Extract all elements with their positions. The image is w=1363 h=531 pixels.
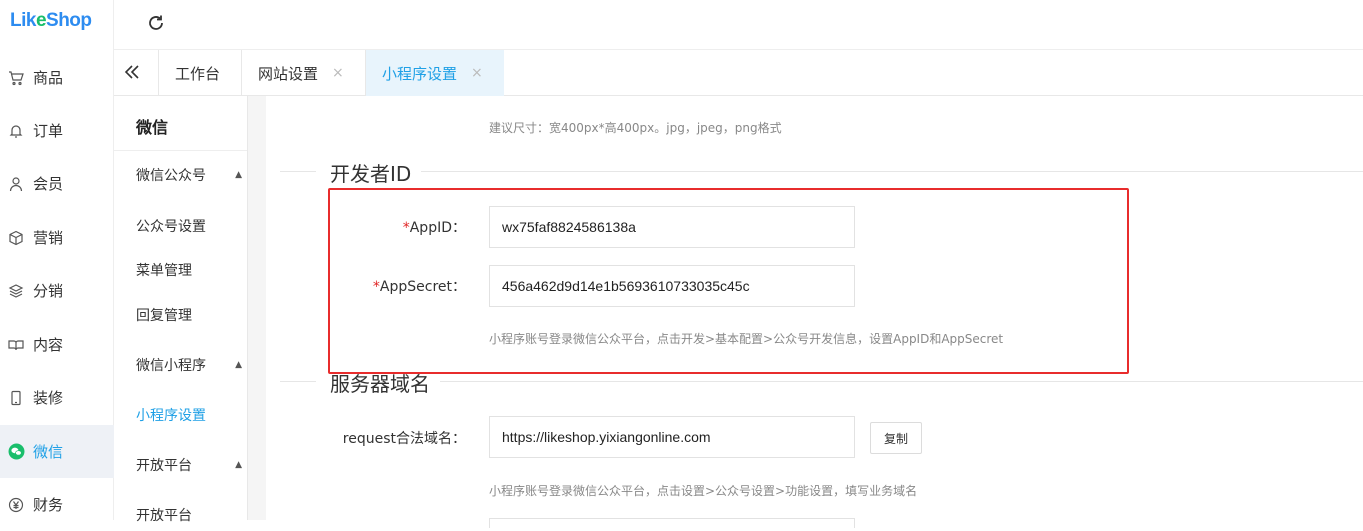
tab-workbench[interactable]: 工作台 <box>158 50 234 96</box>
collapse-sidebar-icon[interactable] <box>122 62 146 84</box>
tab-website-settings[interactable]: 网站设置 × <box>241 50 360 96</box>
nav-item-label: 订单 <box>33 122 64 140</box>
divider <box>428 381 1363 382</box>
submenu-title: 微信 <box>136 118 169 137</box>
tab-label: 网站设置 <box>258 64 319 83</box>
tab-bar: 工作台 网站设置 × 小程序设置 × <box>114 50 1363 96</box>
submenu-item-menu-management[interactable]: 菜单管理 <box>136 260 192 280</box>
submenu-group-label: 微信小程序 <box>136 358 206 374</box>
section-title: 开发者ID <box>316 158 422 187</box>
secondary-menu: 微信 微信公众号 ▲ 公众号设置 菜单管理 回复管理 微信小程序 ▲ 小程序设置… <box>114 96 248 524</box>
request-domain-label: request合法域名： <box>342 431 466 447</box>
nav-item-decoration[interactable]: 装修 <box>0 371 114 424</box>
nav-item-label: 微信 <box>33 443 64 461</box>
section-developer-id: 开发者ID <box>280 158 1363 187</box>
nav-item-finance[interactable]: 财务 <box>0 478 114 531</box>
divider <box>400 171 1363 172</box>
close-icon[interactable]: × <box>332 65 344 81</box>
cart-icon <box>7 69 25 87</box>
wechat-icon <box>7 443 25 461</box>
submenu-group-miniprogram[interactable]: 微信小程序 ▲ <box>136 355 242 375</box>
layers-icon <box>7 282 25 300</box>
nav-item-content[interactable]: 内容 <box>0 318 114 371</box>
bell-icon <box>7 122 25 140</box>
logo-text-part: Shop <box>46 10 92 31</box>
copy-button[interactable]: 复制 <box>870 422 922 454</box>
nav-item-goods[interactable]: 商品 <box>0 51 114 104</box>
nav-item-label: 装修 <box>33 389 64 407</box>
submenu-item-open-platform[interactable]: 开放平台 <box>136 505 192 525</box>
logo[interactable]: LikeShop <box>10 10 92 38</box>
nav-item-wechat[interactable]: 微信 <box>0 425 114 478</box>
logo-text-part: Lik <box>10 10 36 31</box>
close-icon[interactable]: × <box>471 65 483 81</box>
submenu-group-label: 开放平台 <box>136 458 192 474</box>
chevron-up-icon: ▲ <box>235 170 242 180</box>
main-sidebar: LikeShop 商品 订单 会员 营销 分销 内容 装修 微信 财务 <box>0 0 114 520</box>
image-size-hint: 建议尺寸：宽400px*高400px。jpg，jpeg，png格式 <box>489 121 782 135</box>
nav-item-label: 财务 <box>33 496 64 514</box>
yen-icon <box>7 496 25 514</box>
submenu-group-label: 微信公众号 <box>136 168 206 184</box>
settings-form: 建议尺寸：宽400px*高400px。jpg，jpeg，png格式 开发者ID … <box>266 96 1363 528</box>
tab-miniprogram-settings[interactable]: 小程序设置 × <box>365 50 504 96</box>
highlight-box <box>328 188 1129 374</box>
divider <box>280 381 316 382</box>
divider <box>114 150 247 151</box>
server-domain-hint: 小程序账号登录微信公众平台，点击设置>公众号设置>功能设置，填写业务域名 <box>489 484 918 498</box>
nav-item-label: 商品 <box>33 69 64 87</box>
content-gutter <box>248 96 266 520</box>
nav-item-label: 会员 <box>33 175 64 193</box>
nav-item-label: 分销 <box>33 282 64 300</box>
submenu-item-miniprogram-settings[interactable]: 小程序设置 <box>136 405 206 425</box>
user-icon <box>7 175 25 193</box>
chevron-up-icon: ▲ <box>235 460 242 470</box>
logo-text-part: e <box>35 10 47 31</box>
book-icon <box>7 336 25 354</box>
nav-item-distribution[interactable]: 分销 <box>0 264 114 317</box>
submenu-group-open-platform[interactable]: 开放平台 ▲ <box>136 455 242 475</box>
nav-item-label: 营销 <box>33 229 64 247</box>
nav-item-members[interactable]: 会员 <box>0 157 114 210</box>
nav-item-orders[interactable]: 订单 <box>0 104 114 157</box>
box-icon <box>7 229 25 247</box>
tab-label: 工作台 <box>175 64 221 83</box>
submenu-item-reply-management[interactable]: 回复管理 <box>136 305 192 325</box>
chevron-up-icon: ▲ <box>235 360 242 370</box>
submenu-group-official-account[interactable]: 微信公众号 ▲ <box>136 165 242 185</box>
nav-item-marketing[interactable]: 营销 <box>0 211 114 264</box>
phone-icon <box>7 389 25 407</box>
refresh-icon[interactable] <box>146 13 168 35</box>
top-bar <box>114 0 1363 50</box>
nav-item-label: 内容 <box>33 336 64 354</box>
request-domain-input[interactable]: https://likeshop.yixiangonline.com <box>489 416 855 458</box>
submenu-item-account-settings[interactable]: 公众号设置 <box>136 216 206 236</box>
divider <box>280 171 316 172</box>
tab-label: 小程序设置 <box>382 64 458 83</box>
